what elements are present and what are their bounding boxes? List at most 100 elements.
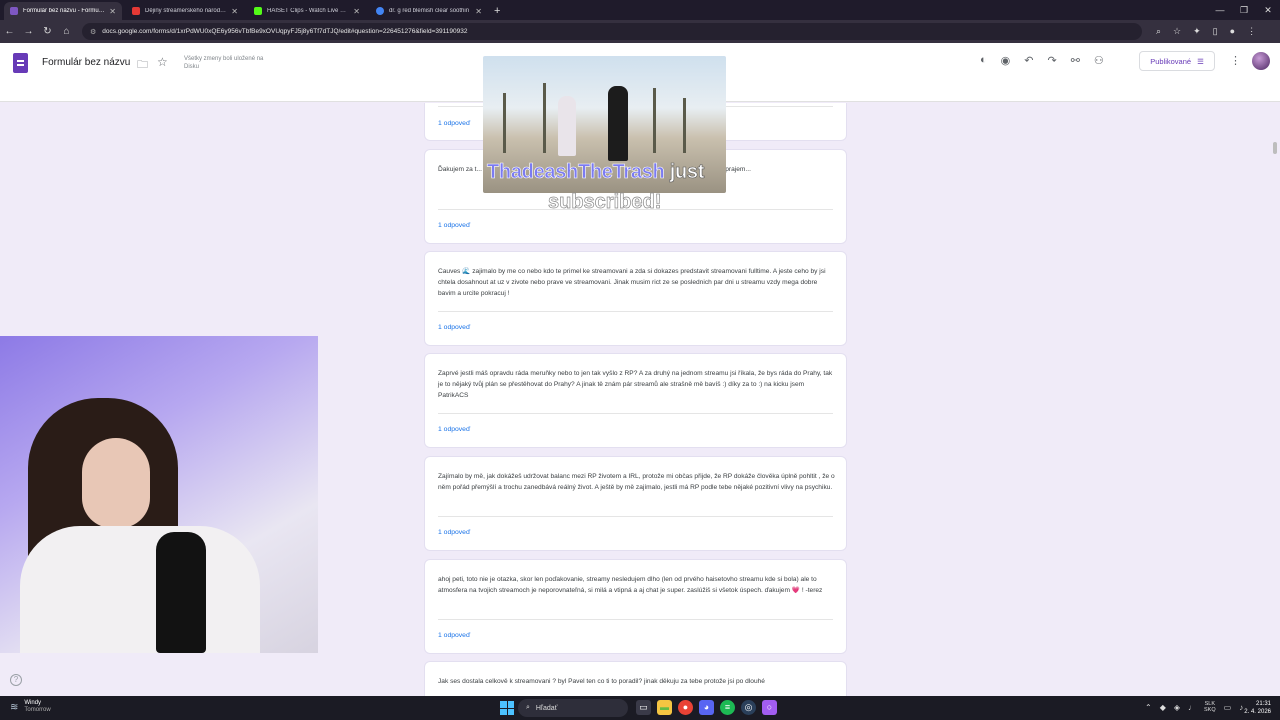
kick-favicon-icon — [254, 7, 262, 15]
more-options-icon[interactable]: ⋮ — [1230, 54, 1241, 67]
response-count-link[interactable]: 1 odpoveď — [438, 120, 470, 127]
close-tab-icon[interactable]: ✕ — [475, 7, 482, 16]
webcam-feed — [0, 336, 318, 653]
response-count-link[interactable]: 1 odpoveď — [438, 632, 470, 639]
palm-tree-shape — [503, 93, 506, 153]
spotify-icon[interactable]: ≡ — [720, 700, 735, 715]
steam-icon[interactable]: ◎ — [741, 700, 756, 715]
help-icon[interactable]: ? — [10, 674, 22, 686]
close-window-icon[interactable]: ✕ — [1256, 0, 1280, 20]
windows-start-icon[interactable] — [500, 701, 514, 715]
form-title[interactable]: Formulár bez názvu — [42, 57, 130, 68]
chrome-icon[interactable]: ● — [678, 700, 693, 715]
tab-title: HAISET Clips - Watch Live on K — [267, 8, 350, 14]
card-divider — [438, 516, 833, 517]
site-info-icon[interactable]: ⚙ — [90, 28, 96, 36]
maximize-icon[interactable]: ❐ — [1232, 0, 1256, 20]
sidepanel-icon[interactable]: ▯ — [1213, 26, 1218, 37]
new-tab-button[interactable]: + — [494, 2, 500, 20]
publish-label: Publikované — [1150, 56, 1192, 66]
response-card: Zajímalo by mě, jak dokážeš udržovat bal… — [424, 456, 847, 551]
google-favicon-icon — [376, 7, 384, 15]
response-card: ahoj peti, toto nie je otazka, skor len … — [424, 559, 847, 654]
window-controls: — ❐ ✕ — [1208, 0, 1280, 20]
response-count-link[interactable]: 1 odpoveď — [438, 426, 470, 433]
weather-widget[interactable]: ≋ Windy Tomorrow — [10, 700, 51, 714]
palette-icon[interactable]: ◐ — [980, 54, 987, 67]
character-figure — [558, 96, 576, 156]
redo-icon[interactable]: ↷ — [1047, 54, 1056, 67]
obs-icon[interactable]: ○ — [762, 700, 777, 715]
undo-icon[interactable]: ↶ — [1024, 54, 1033, 67]
response-count-link[interactable]: 1 odpoveď — [438, 324, 470, 331]
bookmark-star-icon[interactable]: ☆ — [1173, 26, 1181, 37]
tab-kick[interactable]: HAISET Clips - Watch Live on K ✕ — [248, 2, 366, 20]
google-forms-logo-icon[interactable] — [13, 53, 28, 73]
back-icon[interactable]: ← — [0, 26, 19, 37]
taskbar-clock[interactable]: 21:31 2. 4. 2026 — [1243, 700, 1271, 716]
forms-favicon-icon — [10, 7, 18, 15]
browser-menu-icon[interactable]: ⋮ — [1247, 26, 1256, 37]
taskbar: ≋ Windy Tomorrow ⌕ Hľadať ▭ ▬ ● ◕ ≡ ◎ ○ … — [0, 696, 1280, 720]
person-shirt — [20, 526, 260, 653]
wind-weather-icon: ≋ — [10, 701, 19, 713]
tray-shield-icon[interactable]: ◈ — [1174, 703, 1180, 712]
star-icon[interactable]: ☆ — [157, 55, 168, 69]
move-to-folder-icon[interactable]: 🗀 — [137, 56, 148, 75]
response-card: Zaprvé jestli máš opravdu ráda meruňky n… — [424, 353, 847, 448]
publish-button[interactable]: Publikované ☰ — [1139, 51, 1215, 71]
reload-icon[interactable]: ↻ — [38, 26, 57, 37]
display-icon[interactable]: ▭ — [1224, 703, 1232, 712]
response-text: Cauves 🌊 zajimalo by me co nebo kdo te p… — [438, 268, 826, 297]
forward-icon[interactable]: → — [19, 26, 38, 37]
url-text: docs.google.com/forms/d/1xrPdWU0xQE6y956… — [102, 28, 468, 35]
card-divider — [438, 311, 833, 312]
response-count-link[interactable]: 1 odpoveď — [438, 222, 470, 229]
close-tab-icon[interactable]: ✕ — [353, 7, 360, 16]
response-text: Jak ses dostala celkově k streamovani ? … — [438, 678, 765, 685]
add-collaborator-icon[interactable]: ⚇ — [1094, 54, 1104, 67]
avatar[interactable] — [1252, 52, 1270, 70]
discord-icon[interactable]: ◕ — [699, 700, 714, 715]
profile-icon[interactable]: ● — [1230, 26, 1235, 37]
browser-toolbar: ← → ↻ ⌂ ⚙ docs.google.com/forms/d/1xrPdW… — [0, 20, 1280, 43]
tray-app-icon[interactable]: ◆ — [1160, 703, 1166, 712]
file-explorer-icon[interactable]: ▬ — [657, 700, 672, 715]
palm-tree-shape — [543, 83, 546, 153]
tab-google[interactable]: dr. g red blemish clear soothin ✕ — [370, 2, 488, 20]
close-tab-icon[interactable]: ✕ — [109, 7, 116, 16]
browser-tab-strip: Formulár bez názvu - Formulár ✕ Dějiny s… — [0, 0, 1280, 20]
home-icon[interactable]: ⌂ — [57, 26, 76, 37]
close-tab-icon[interactable]: ✕ — [231, 7, 238, 16]
minimize-icon[interactable]: — — [1208, 0, 1232, 20]
page-scrollbar[interactable] — [1273, 142, 1277, 154]
keyboard-layout: SKQ — [1204, 707, 1216, 713]
weather-title: Windy — [24, 700, 42, 706]
response-text: Zajímalo by mě, jak dokážeš udržovat bal… — [438, 473, 835, 491]
zoom-icon[interactable]: ⌕ — [1156, 26, 1161, 37]
search-icon: ⌕ — [526, 704, 530, 711]
subscriber-name: ThadeashTheTrash — [487, 161, 665, 184]
link-icon[interactable]: ⚯ — [1071, 54, 1080, 67]
extensions-icon[interactable]: ✦ — [1193, 26, 1201, 37]
palm-tree-shape — [653, 88, 656, 153]
taskbar-search[interactable]: ⌕ Hľadať — [518, 699, 628, 717]
task-view-icon[interactable]: ▭ — [636, 700, 651, 715]
response-count-link[interactable]: 1 odpoveď — [438, 529, 470, 536]
taskbar-apps: ▭ ▬ ● ◕ ≡ ◎ ○ — [636, 700, 777, 715]
tab-title: dr. g red blemish clear soothin — [389, 8, 470, 14]
tab-forms[interactable]: Formulár bez názvu - Formulár ✕ — [4, 2, 122, 20]
tab-youtube[interactable]: Dějiny streamerského národa u ✕ — [126, 2, 244, 20]
microphone — [156, 532, 206, 653]
microphone-icon[interactable]: ♩ — [1188, 703, 1196, 712]
alert-word: just — [669, 161, 705, 184]
preview-eye-icon[interactable]: ◉ — [1001, 54, 1011, 67]
tray-overflow-icon[interactable]: ⌃ — [1145, 703, 1152, 712]
response-card: Jak ses dostala celkově k streamovani ? … — [424, 661, 847, 696]
card-divider — [438, 619, 833, 620]
person-face — [82, 438, 150, 528]
address-bar[interactable]: ⚙ docs.google.com/forms/d/1xrPdWU0xQE6y9… — [82, 23, 1142, 40]
subscriber-alert-action: subscribed! — [548, 191, 662, 214]
tab-title: Dějiny streamerského národa u — [145, 8, 228, 14]
language-indicator[interactable]: SLK SKQ — [1204, 701, 1216, 713]
